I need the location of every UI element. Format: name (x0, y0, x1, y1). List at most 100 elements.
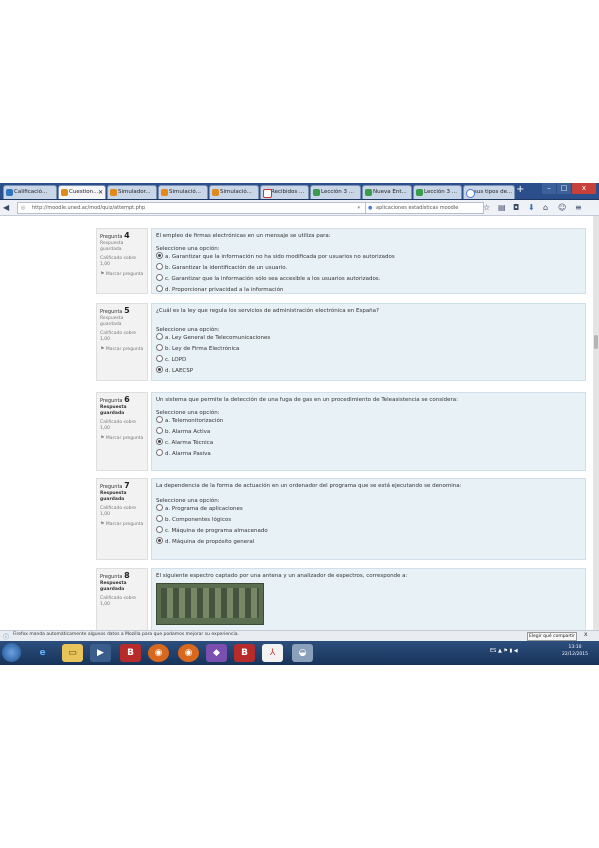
radio[interactable] (156, 333, 163, 340)
addon-icon[interactable]: ☺ (558, 203, 566, 212)
answer-option[interactable]: a. Garantizar que la información no ha s… (156, 252, 581, 264)
file-explorer-icon[interactable]: ▭ (62, 644, 83, 662)
clock[interactable]: 13:10 22/12/2015 (555, 644, 595, 658)
download-icon[interactable]: ⬇ (528, 203, 535, 212)
radio[interactable] (156, 285, 163, 292)
scrollbar[interactable] (593, 216, 599, 630)
choose-what-to-share-button[interactable]: Elegir qué compartir (527, 632, 577, 641)
radio-selected[interactable] (156, 366, 163, 373)
browser-tab[interactable]: Nueva Ent... (362, 185, 412, 199)
minimize-button[interactable]: – (542, 183, 556, 194)
language-indicator[interactable]: ES (490, 648, 496, 654)
question-grade: Calificado sobre 1,00 (100, 256, 136, 267)
radio-selected[interactable] (156, 537, 163, 544)
browser-tab[interactable]: Calificació... (3, 185, 57, 199)
clock-time: 13:10 (568, 645, 582, 650)
question-block: Pregunta 7 Respuesta guardada Calificado… (96, 478, 586, 560)
browser-tab[interactable]: Cuestion... ✕ (58, 185, 106, 199)
moodle-icon (110, 189, 117, 196)
maximize-button[interactable]: □ (557, 183, 571, 194)
internet-explorer-icon[interactable]: e (32, 644, 53, 662)
flag-question-link[interactable]: ⚑ Marcar pregunta (100, 346, 144, 353)
start-button[interactable] (2, 643, 21, 662)
answer-option[interactable]: c. Alarma Técnica (156, 438, 581, 450)
app-b-icon[interactable]: B (120, 644, 141, 662)
answer-option[interactable]: c. LOPD (156, 355, 581, 367)
app-b2-icon[interactable]: B (234, 644, 255, 662)
close-tab-icon[interactable]: ✕ (98, 186, 103, 199)
close-window-button[interactable]: x (572, 183, 596, 194)
browser-tab[interactable]: Simulador... (107, 185, 157, 199)
question-state: Respuesta guardada (100, 405, 127, 416)
home-icon[interactable]: ⌂ (543, 203, 548, 212)
flag-icon[interactable]: ⚑ (503, 648, 507, 654)
volume-icon[interactable]: ◀ (514, 648, 518, 654)
new-tab-button[interactable]: + (516, 184, 524, 195)
answer-option[interactable]: d. LAECSP (156, 366, 581, 378)
reading-list-icon[interactable]: ▤ (498, 203, 506, 212)
moodle-icon (61, 189, 68, 196)
answer-option[interactable]: a. Programa de aplicaciones (156, 504, 581, 516)
question-info: Pregunta 8 Respuesta guardada Calificado… (96, 568, 148, 630)
browser-tab[interactable]: Simulació... (158, 185, 208, 199)
url-bar[interactable]: ◎ http://moodle.uned.ac/mod/quiz/attempt… (17, 202, 373, 214)
pdf-reader-icon[interactable]: ⅄ (262, 644, 283, 662)
radio[interactable] (156, 263, 163, 270)
answer-option[interactable]: a. Ley General de Telecomunicaciones (156, 333, 581, 345)
answer-option[interactable]: a. Telemonitorización (156, 416, 581, 428)
radio[interactable] (156, 355, 163, 362)
radio[interactable] (156, 416, 163, 423)
radio-selected[interactable] (156, 438, 163, 445)
firefox-icon[interactable]: ◉ (148, 644, 169, 662)
answer-prompt: Seleccione una opción: (156, 498, 220, 504)
media-player-icon[interactable]: ▶ (90, 644, 111, 662)
browser-tab[interactable]: sus tipos de... (463, 185, 515, 199)
pocket-icon[interactable]: ◘ (513, 203, 519, 212)
question-text: El siguiente espectro captado por una an… (156, 573, 408, 579)
back-icon[interactable]: ◀ (3, 202, 9, 213)
answer-option[interactable]: d. Proporcionar privacidad a la informac… (156, 285, 581, 297)
app-icon[interactable]: ◆ (206, 644, 227, 662)
globe-icon: ◎ (21, 205, 26, 211)
search-box[interactable]: ● aplicaciones estadísticas moodle (365, 202, 484, 214)
app-2-icon[interactable]: ◒ (292, 644, 313, 662)
question-state: Respuesta guardada (100, 491, 127, 502)
radio[interactable] (156, 526, 163, 533)
flag-question-link[interactable]: ⚑ Marcar pregunta (100, 521, 144, 528)
answer-option[interactable]: c. Garantizar que la información sólo se… (156, 274, 581, 286)
answer-option[interactable]: b. Ley de Firma Electrónica (156, 344, 581, 356)
answer-option[interactable]: d. Alarma Pasiva (156, 449, 581, 461)
answer-option[interactable]: b. Garantizar la identificación de un us… (156, 263, 581, 275)
firefox-window-icon[interactable]: ◉ (178, 644, 199, 662)
flag-question-link[interactable]: ⚑ Marcar pregunta (100, 435, 144, 442)
screenshot-region: Calificació... Cuestion... ✕ Simulador... Si… (0, 183, 599, 665)
bookmark-star-icon[interactable]: ☆ (483, 203, 490, 212)
menu-icon[interactable]: ≡ (575, 203, 582, 212)
answer-option[interactable]: b. Alarma Activa (156, 427, 581, 439)
flag-question-link[interactable]: ⚑ Marcar pregunta (100, 271, 144, 278)
radio[interactable] (156, 449, 163, 456)
dropdown-arrow-icon[interactable]: ▾ (357, 203, 360, 213)
question-body: El siguiente espectro captado por una an… (151, 568, 586, 630)
browser-tab[interactable]: Lección 3 ... (310, 185, 361, 199)
tab-label: Calificació... (14, 189, 48, 195)
radio[interactable] (156, 504, 163, 511)
answer-option[interactable]: d. Máquina de propósito general (156, 537, 581, 549)
answer-option[interactable]: b. Componentes lógicos (156, 515, 581, 527)
scrollbar-thumb[interactable] (594, 335, 598, 349)
radio[interactable] (156, 515, 163, 522)
radio[interactable] (156, 427, 163, 434)
question-number: Pregunta 4 (100, 231, 130, 240)
spectrum-image (156, 583, 264, 625)
radio[interactable] (156, 344, 163, 351)
question-text: ¿Cuál es la ley que regula los servicios… (156, 308, 379, 314)
radio-selected[interactable] (156, 252, 163, 259)
browser-tab[interactable]: Recibidos ... (260, 185, 309, 199)
system-tray: ES ▲ ⚑ ▮ ◀ (490, 648, 518, 654)
browser-tab[interactable]: Lección 3 ... (413, 185, 462, 199)
browser-tab[interactable]: Simulació... (209, 185, 259, 199)
radio[interactable] (156, 274, 163, 281)
answer-option[interactable]: c. Máquina de programa almacenado (156, 526, 581, 538)
close-notification-button[interactable]: x (584, 631, 588, 638)
question-number: Pregunta 6 (100, 395, 130, 404)
